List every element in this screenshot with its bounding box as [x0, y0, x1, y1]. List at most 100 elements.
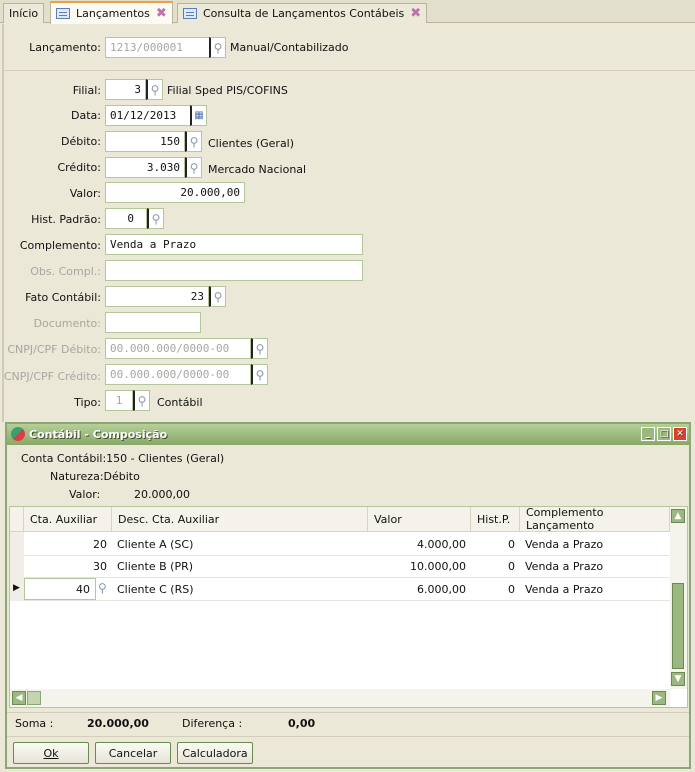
calendar-icon[interactable]: ▦	[190, 105, 207, 126]
filial-label: Filial:	[72, 84, 101, 97]
lancamento-desc: Manual/Contabilizado	[230, 41, 349, 54]
tab-bar: Início Lançamentos ✖ Consulta de Lançamen…	[0, 0, 695, 24]
obs-input[interactable]	[105, 260, 363, 281]
divider	[4, 70, 695, 71]
calculadora-button[interactable]: Calculadora	[177, 742, 253, 764]
search-icon[interactable]: ⚲	[147, 208, 164, 229]
hist-cell: 0	[508, 582, 515, 596]
cta-edit-input[interactable]: 40	[24, 578, 96, 600]
app-icon	[11, 427, 25, 441]
maximize-icon[interactable]: □	[657, 427, 671, 441]
data-label: Data:	[71, 109, 101, 122]
lancamento-label: Lançamento:	[29, 41, 101, 54]
close-tab-icon[interactable]: ✖	[410, 6, 421, 21]
column-header[interactable]: Desc. Cta. Auxiliar	[112, 507, 368, 532]
horizontal-scroll-thumb[interactable]	[27, 691, 41, 705]
valor-cell: 4.000,00	[417, 537, 466, 551]
diferenca-value: 0,00	[288, 717, 316, 730]
cta-cell: 30	[93, 559, 107, 573]
search-icon[interactable]: ⚲	[209, 37, 226, 58]
tab-consulta[interactable]: Consulta de Lançamentos Contábeis ✖	[177, 3, 428, 23]
tab-label: Consulta de Lançamentos Contábeis	[203, 7, 405, 20]
compl-cell: Venda a Prazo	[525, 582, 604, 596]
fato-input[interactable]: 23	[105, 286, 209, 307]
tipo-label: Tipo:	[74, 396, 101, 409]
cta-cell: 20	[93, 537, 107, 551]
column-header[interactable]: Valor	[368, 507, 471, 532]
natureza-value: Débito	[103, 470, 140, 483]
tab-lancamentos[interactable]: Lançamentos ✖	[50, 1, 173, 24]
hist-cell: 0	[508, 559, 515, 573]
row-indicator-header	[10, 507, 24, 532]
compl-cell: Venda a Prazo	[525, 559, 604, 573]
cancelar-button[interactable]: Cancelar	[95, 742, 171, 764]
composicao-dialog: Contábil - Composição _ □ ✕ Conta Contáb…	[5, 422, 691, 769]
search-icon[interactable]: ⚲	[146, 79, 163, 100]
search-icon[interactable]: ⚲	[251, 364, 268, 385]
search-icon[interactable]: ⚲	[133, 390, 150, 411]
valor-input[interactable]: 20.000,00	[105, 182, 245, 203]
conta-contabil-row: Conta Contábil:150 - Clientes (Geral)	[21, 452, 224, 465]
filial-input[interactable]: 3	[105, 79, 146, 100]
vertical-scrollbar[interactable]: ▲ ▼	[670, 507, 687, 689]
search-icon[interactable]: ⚲	[185, 157, 202, 178]
conta-value: 150 - Clientes (Geral)	[106, 452, 225, 465]
compl-cell: Venda a Prazo	[525, 537, 604, 551]
cnpj-credito-label: CNPJ/CPF Crédito:	[3, 370, 101, 383]
credito-input[interactable]: 3.030	[105, 157, 185, 178]
debito-input[interactable]: 150	[105, 131, 185, 152]
search-icon[interactable]: ⚲	[209, 286, 226, 307]
close-icon[interactable]: ✕	[673, 427, 687, 441]
divider	[7, 736, 689, 737]
debito-desc: Clientes (Geral)	[208, 137, 295, 150]
search-icon[interactable]: ⚲	[251, 338, 268, 359]
scroll-left-icon[interactable]: ◀	[12, 691, 26, 705]
desc-cell: Cliente C (RS)	[117, 582, 194, 596]
minimize-icon[interactable]: _	[641, 427, 655, 441]
dialog-titlebar[interactable]: Contábil - Composição _ □ ✕	[7, 424, 689, 445]
cnpj-debito-input[interactable]: 00.000.000/0000-00	[105, 338, 251, 359]
natureza-row: Natureza:Débito	[50, 470, 140, 483]
window-icon	[56, 8, 70, 19]
tab-inicio[interactable]: Início	[3, 3, 45, 23]
complemento-input[interactable]: Venda a Prazo	[105, 234, 363, 255]
documento-input[interactable]	[105, 312, 201, 333]
search-icon[interactable]: ⚲	[98, 581, 107, 595]
current-row-arrow-icon: ▶	[13, 583, 20, 593]
diferenca-label: Diferença :	[182, 717, 243, 730]
soma-value: 20.000,00	[87, 717, 149, 730]
valor-label: Valor:	[69, 187, 101, 200]
scroll-up-icon[interactable]: ▲	[671, 509, 685, 523]
natureza-label: Natureza:	[50, 470, 104, 483]
column-header[interactable]: Hist.P.	[471, 507, 520, 532]
tab-label: Início	[9, 7, 39, 20]
lancamento-input[interactable]: 1213/000001	[105, 37, 210, 58]
filial-desc: Filial Sped PIS/COFINS	[167, 84, 288, 97]
desc-cell: Cliente A (SC)	[117, 537, 194, 551]
debito-label: Débito:	[60, 135, 101, 148]
hist-input[interactable]: 0	[105, 208, 147, 229]
complemento-label: Complemento:	[19, 239, 101, 252]
tab-label: Lançamentos	[76, 7, 150, 20]
search-icon[interactable]: ⚲	[185, 131, 202, 152]
credito-desc: Mercado Nacional	[208, 163, 307, 176]
scroll-down-icon[interactable]: ▼	[671, 672, 685, 686]
tipo-desc: Contábil	[157, 396, 203, 409]
valor-label: Valor:	[69, 488, 101, 501]
column-header[interactable]: Complemento Lançamento	[520, 506, 670, 532]
vertical-scroll-thumb[interactable]	[672, 583, 684, 669]
tipo-input[interactable]: 1	[105, 390, 133, 411]
documento-label: Documento:	[33, 317, 101, 330]
data-input[interactable]: 01/12/2013	[105, 105, 191, 126]
horizontal-scrollbar[interactable]: ◀ ▶	[10, 689, 670, 707]
cnpj-debito-label: CNPJ/CPF Débito:	[7, 343, 101, 356]
credito-label: Crédito:	[57, 161, 101, 174]
ok-button[interactable]: Ok	[13, 742, 89, 764]
window-icon	[183, 8, 197, 19]
obs-label: Obs. Compl.:	[30, 265, 101, 278]
close-tab-icon[interactable]: ✖	[156, 6, 167, 21]
scroll-right-icon[interactable]: ▶	[652, 691, 666, 705]
cnpj-credito-input[interactable]: 00.000.000/0000-00	[105, 364, 251, 385]
hist-cell: 0	[508, 537, 515, 551]
column-header[interactable]: Cta. Auxiliar	[24, 507, 112, 532]
